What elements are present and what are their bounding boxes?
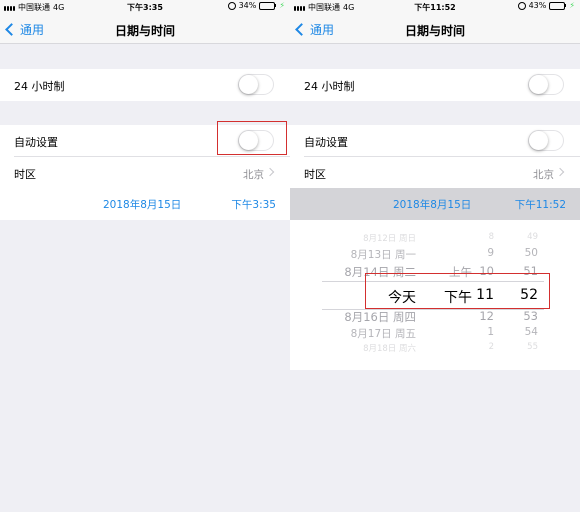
picker-option[interactable]: 52 <box>520 287 538 303</box>
rotation-lock-icon <box>517 1 526 10</box>
screen-left: 中国联通 4G 下午3:35 34% ⚡ 通用 日期与时间 24 小时制 自动设… <box>0 0 290 512</box>
battery-percent: 34% <box>238 1 257 10</box>
auto-set-row: 自动设置 <box>290 125 580 157</box>
hour24-toggle[interactable] <box>238 74 274 95</box>
time-value: 下午3:35 <box>231 199 276 211</box>
auto-set-label: 自动设置 <box>304 136 348 149</box>
picker-option[interactable]: 54 <box>525 326 538 338</box>
navigation-bar: 通用 日期与时间 <box>0 14 290 44</box>
toggle-knob <box>239 131 258 150</box>
picker-option[interactable]: 51 <box>523 264 538 278</box>
date-time-row[interactable]: 2018年8月15日 下午3:35 <box>0 188 290 220</box>
date-value: 2018年8月15日 <box>393 199 472 211</box>
timezone-value: 北京 <box>243 169 264 181</box>
chevron-right-icon <box>265 167 275 177</box>
page-title: 日期与时间 <box>114 24 175 38</box>
picker-option[interactable]: 49 <box>527 232 538 242</box>
screen-right: 中国联通 4G 下午11:52 43% ⚡ 通用 日期与时间 24 小时制 自动… <box>290 0 580 512</box>
battery-icon <box>549 1 567 10</box>
date-time-picker[interactable]: 8月12日 周日 8月13日 周一 8月14日 周二 今天 8月16日 周四 8月17日 … <box>290 220 580 370</box>
hour24-label: 24 小时制 <box>14 80 65 93</box>
picker-minute-wheel[interactable]: 49 50 51 52 53 54 55 <box>290 220 580 370</box>
timezone-row[interactable]: 时区 北京 <box>0 157 290 189</box>
auto-set-label: 自动设置 <box>14 136 58 149</box>
charging-bolt-icon: ⚡ <box>569 1 575 10</box>
charging-bolt-icon: ⚡ <box>279 1 285 10</box>
battery-icon <box>259 1 277 10</box>
toggle-knob <box>239 75 258 94</box>
picker-option[interactable]: 53 <box>523 309 538 323</box>
date-value: 2018年8月15日 <box>103 199 182 211</box>
rotation-lock-icon <box>227 1 236 10</box>
hour24-row: 24 小时制 <box>0 69 290 101</box>
picker-option[interactable]: 55 <box>527 342 538 352</box>
timezone-label: 时区 <box>14 168 36 181</box>
date-time-row[interactable]: 2018年8月15日 下午11:52 <box>290 188 580 220</box>
page-title: 日期与时间 <box>404 24 465 38</box>
battery-percent: 43% <box>528 1 547 10</box>
toggle-knob <box>529 131 548 150</box>
hour24-label: 24 小时制 <box>304 80 355 93</box>
status-bar: 中国联通 4G 下午3:35 34% ⚡ <box>0 0 290 14</box>
time-value: 下午11:52 <box>514 199 566 211</box>
timezone-label: 时区 <box>304 168 326 181</box>
auto-set-toggle[interactable] <box>238 130 274 151</box>
picker-option[interactable]: 50 <box>525 247 538 259</box>
chevron-right-icon <box>555 167 565 177</box>
hour24-toggle[interactable] <box>528 74 564 95</box>
hour24-row: 24 小时制 <box>290 69 580 101</box>
toggle-knob <box>529 75 548 94</box>
timezone-value: 北京 <box>533 169 554 181</box>
timezone-row[interactable]: 时区 北京 <box>290 157 580 189</box>
auto-set-toggle[interactable] <box>528 130 564 151</box>
navigation-bar: 通用 日期与时间 <box>290 14 580 44</box>
auto-set-row: 自动设置 <box>0 125 290 157</box>
status-bar: 中国联通 4G 下午11:52 43% ⚡ <box>290 0 580 14</box>
